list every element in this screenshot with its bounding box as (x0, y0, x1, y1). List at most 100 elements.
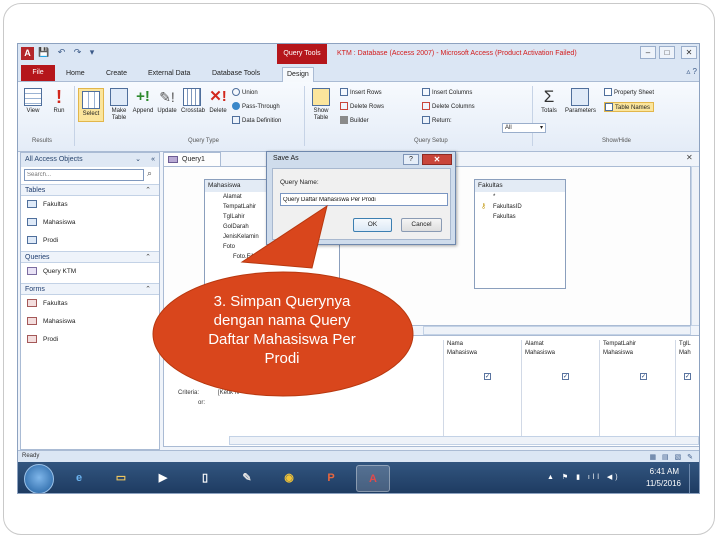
nav-item-form-mahasiswa[interactable]: Mahasiswa (27, 316, 76, 328)
close-document-icon[interactable]: ✕ (686, 153, 693, 162)
nav-item-table-mahasiswa[interactable]: Mahasiswa (27, 217, 76, 229)
property-sheet-button[interactable]: Property Sheet (604, 88, 654, 98)
tab-create[interactable]: Create (102, 67, 131, 82)
nav-item-query-ktm[interactable]: Query KTM (27, 266, 76, 278)
crosstab-button[interactable]: Crosstab (181, 88, 205, 115)
insert-columns-button[interactable]: Insert Columns (422, 88, 472, 98)
show-table-button[interactable]: Show Table (308, 88, 334, 122)
pass-through-button[interactable]: Pass-Through (232, 102, 280, 112)
update-button[interactable]: ✎! Update (156, 88, 178, 115)
tab-file[interactable]: File (21, 65, 55, 81)
ie-icon[interactable]: e (62, 465, 96, 492)
close-icon[interactable]: ✕ (422, 154, 452, 165)
totals-button[interactable]: Σ Totals (538, 88, 560, 115)
media-icon[interactable]: ▶ (146, 465, 180, 492)
show-checkbox[interactable]: ✓ (484, 373, 491, 380)
grid-column-nama[interactable]: Nama Mahasiswa ✓ (443, 340, 520, 436)
nav-item-table-prodi[interactable]: Prodi (27, 235, 58, 247)
nav-section-queries[interactable]: Queries ⌃ (21, 251, 159, 263)
table-box-fakultas[interactable]: Fakultas * ⚷ FakultasID Fakultas (474, 179, 566, 289)
tab-external-data[interactable]: External Data (144, 67, 194, 82)
collapse-section-icon[interactable]: ⌃ (145, 252, 151, 263)
close-icon[interactable]: ✕ (681, 46, 697, 59)
clock-time[interactable]: 6:41 AM (650, 467, 679, 476)
grid-column-tgllahir[interactable]: TglL Mah ✓ (675, 340, 699, 436)
show-checkbox[interactable]: ✓ (640, 373, 647, 380)
delete-rows-button[interactable]: Delete Rows (340, 102, 384, 112)
explorer-icon[interactable]: ▭ (104, 465, 138, 492)
table-names-button[interactable]: Table Names (604, 102, 655, 112)
collapse-section-icon[interactable]: ⌃ (145, 185, 151, 196)
show-checkbox[interactable]: ✓ (684, 373, 691, 380)
tab-home[interactable]: Home (62, 67, 89, 82)
grid-column-alamat[interactable]: Alamat Mahasiswa ✓ (521, 340, 598, 436)
field-item[interactable]: Fakultas (475, 212, 565, 222)
run-button[interactable]: ! Run (48, 88, 70, 115)
field-item[interactable]: * (475, 192, 565, 202)
grid-table[interactable]: Mahasiswa (525, 349, 555, 357)
return-select[interactable]: All ▾ (502, 123, 546, 133)
nav-item-form-fakultas[interactable]: Fakultas (27, 298, 68, 310)
query-name-input[interactable] (280, 193, 448, 206)
grid-criteria-cell[interactable]: [Ketik N (218, 390, 239, 396)
data-definition-button[interactable]: Data Definition (232, 116, 281, 126)
horizontal-scrollbar[interactable] (423, 326, 691, 335)
property-sheet-label: Property Sheet (614, 90, 655, 96)
tab-design[interactable]: Design (282, 67, 314, 82)
select-query-button[interactable]: Select (78, 88, 104, 122)
append-button[interactable]: +! Append (132, 88, 154, 115)
ok-button[interactable]: OK (353, 218, 392, 232)
nav-item-form-prodi[interactable]: Prodi (27, 334, 58, 346)
nav-search-input[interactable] (24, 169, 144, 181)
union-button[interactable]: Union (232, 88, 258, 98)
maximize-icon[interactable]: □ (659, 46, 675, 59)
show-desktop-button[interactable] (689, 464, 697, 493)
chrome-icon[interactable]: ◉ (272, 465, 306, 492)
horizontal-scrollbar[interactable] (229, 436, 699, 445)
cancel-button[interactable]: Cancel (401, 218, 442, 232)
grid-table[interactable]: Mah (679, 349, 691, 357)
minimize-icon[interactable]: – (640, 46, 656, 59)
tab-query1[interactable]: Query1 (163, 152, 221, 166)
grid-field[interactable]: TempatLahir (603, 340, 636, 348)
nav-item-table-fakultas[interactable]: Fakultas (27, 199, 68, 211)
vertical-scrollbar[interactable] (691, 166, 699, 326)
collapse-icon[interactable]: « (151, 153, 155, 167)
make-table-button[interactable]: Make Table (108, 88, 130, 122)
delete-query-button[interactable]: ✕! Delete (207, 88, 229, 115)
nav-section-forms[interactable]: Forms ⌃ (21, 283, 159, 295)
paint-icon[interactable]: ✎ (230, 465, 264, 492)
grid-field[interactable]: Nama (447, 340, 463, 348)
help-icon[interactable]: ▵ ? (686, 67, 697, 76)
collapse-section-icon[interactable]: ⌃ (145, 284, 151, 295)
help-icon[interactable]: ? (403, 154, 419, 165)
chevron-down-icon[interactable]: ⌄ (135, 153, 141, 167)
grid-field[interactable]: Alamat (525, 340, 544, 348)
insert-rows-button[interactable]: Insert Rows (340, 88, 382, 98)
tray-icons[interactable]: ▲ ⚑ ▮ ıll ◀) (547, 473, 621, 481)
clock-date[interactable]: 11/5/2016 (646, 479, 681, 488)
nav-header[interactable]: All Access Objects ⌄ « (21, 153, 159, 167)
grid-column-tempatlahir[interactable]: TempatLahir Mahasiswa ✓ (599, 340, 676, 436)
field-item[interactable]: ⚷ FakultasID (475, 202, 565, 212)
grid-table[interactable]: Mahasiswa (603, 349, 633, 357)
nav-section-tables[interactable]: Tables ⌃ (21, 184, 159, 196)
quick-access-toolbar[interactable]: 💾 ↶ ↷ ▾ (38, 47, 97, 58)
search-icon[interactable]: ⌕ (147, 168, 152, 179)
access-icon[interactable]: A (356, 465, 390, 492)
grid-field[interactable]: TglL (679, 340, 691, 348)
field-item[interactable]: Foto.FileData (205, 252, 339, 262)
start-button[interactable] (24, 464, 54, 493)
powerpoint-icon[interactable]: P (314, 465, 348, 492)
insert-rows-label: Insert Rows (350, 90, 382, 96)
parameters-button[interactable]: Parameters (565, 88, 596, 115)
builder-button[interactable]: Builder (340, 116, 369, 126)
grid-table[interactable]: Mahasiswa (447, 349, 477, 357)
tab-database-tools[interactable]: Database Tools (208, 67, 264, 82)
show-checkbox[interactable]: ✓ (562, 373, 569, 380)
access-logo[interactable]: A (21, 47, 34, 60)
file-icon[interactable]: ▯ (188, 465, 222, 492)
delete-columns-button[interactable]: Delete Columns (422, 102, 475, 112)
view-button[interactable]: View (22, 88, 44, 115)
delete-label: Delete (209, 108, 227, 114)
